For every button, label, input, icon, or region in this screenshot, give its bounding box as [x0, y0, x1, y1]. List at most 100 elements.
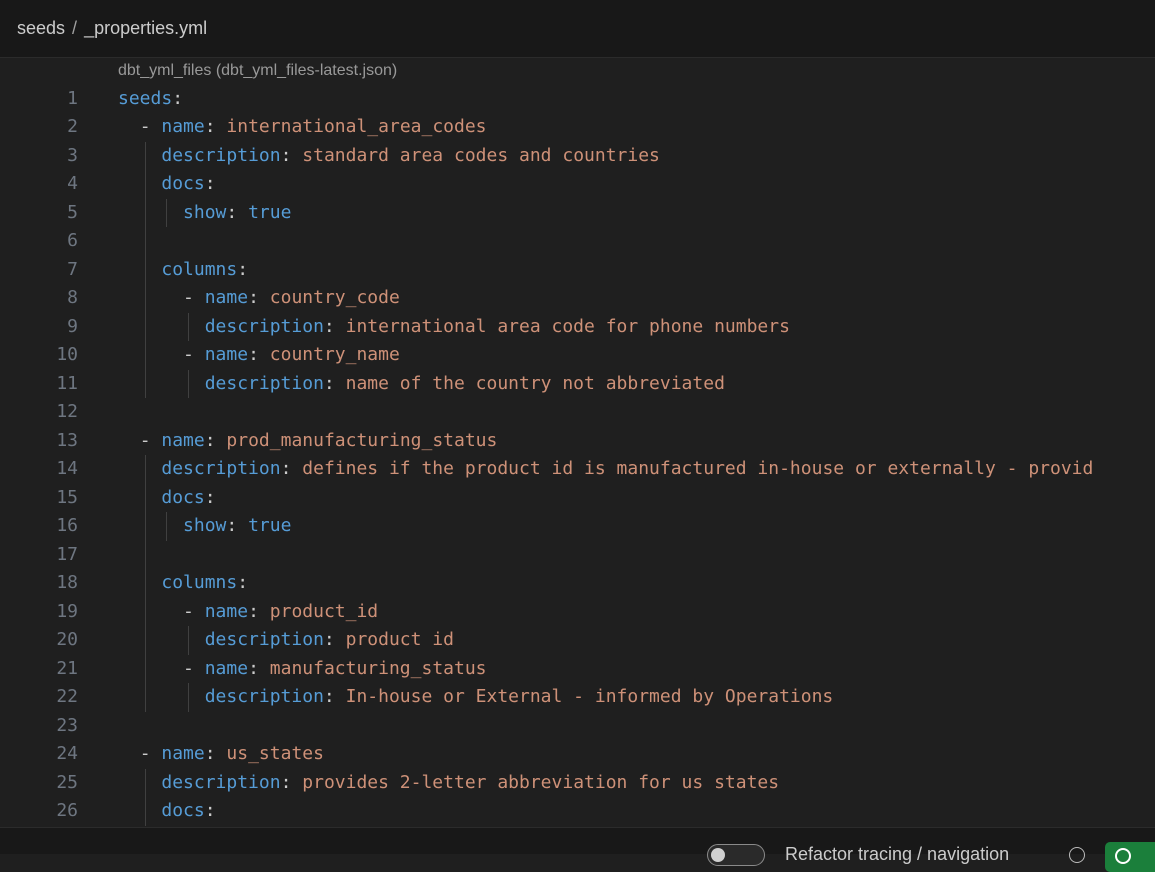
code-text: - name: country_name: [118, 341, 400, 370]
line-number: 20: [56, 629, 78, 650]
code-text: columns:: [118, 569, 248, 598]
list-dash: -: [183, 344, 205, 365]
line-number: 13: [56, 429, 78, 451]
code-text: - name: country_code: [118, 284, 400, 313]
schema-hint[interactable]: dbt_yml_files (dbt_yml_files-latest.json…: [118, 62, 397, 80]
code-line[interactable]: 26 docs:: [0, 797, 1155, 826]
yaml-key: docs: [161, 486, 205, 508]
code-line[interactable]: 6: [0, 227, 1155, 256]
code-line[interactable]: 19 - name: product_id: [0, 598, 1155, 627]
yaml-key: name: [204, 657, 249, 679]
indent-guide: [188, 312, 190, 341]
line-number: 17: [56, 543, 78, 565]
code-line[interactable]: 9 description: international area code f…: [0, 313, 1155, 342]
list-dash: -: [139, 429, 162, 451]
yaml-colon: :: [280, 771, 292, 793]
code-text: description: defines if the product id i…: [118, 455, 1093, 484]
code-text: description: In-house or External - info…: [118, 683, 834, 712]
line-number: 5: [67, 201, 78, 223]
list-dash: -: [183, 287, 205, 308]
yaml-key: columns: [161, 572, 238, 593]
code-line[interactable]: 4 docs:: [0, 170, 1155, 199]
code-line[interactable]: 24 - name: us_states: [0, 740, 1155, 769]
yaml-value: manufacturing_status: [269, 657, 487, 679]
yaml-value: prod_manufacturing_status: [226, 429, 498, 451]
indent-guide: [144, 141, 146, 398]
line-number: 12: [56, 401, 78, 422]
yaml-value: standard area codes and countries: [302, 144, 660, 166]
code-text: docs:: [118, 484, 215, 513]
line-number: 18: [56, 572, 78, 593]
code-line[interactable]: 10 - name: country_name: [0, 341, 1155, 370]
indent-guide: [166, 198, 168, 227]
code-line[interactable]: 23: [0, 712, 1155, 741]
code-line[interactable]: 15 docs:: [0, 484, 1155, 513]
breadcrumb-folder[interactable]: seeds: [17, 18, 65, 39]
code-line[interactable]: 11 description: name of the country not …: [0, 370, 1155, 399]
code-line[interactable]: 13 - name: prod_manufacturing_status: [0, 427, 1155, 456]
code-line[interactable]: 17: [0, 541, 1155, 570]
code-line[interactable]: 21 - name: manufacturing_status: [0, 655, 1155, 684]
line-number: 19: [56, 600, 78, 622]
code-editor[interactable]: dbt_yml_files (dbt_yml_files-latest.json…: [0, 59, 1155, 827]
code-line[interactable]: 5 show: true: [0, 199, 1155, 228]
yaml-value: true: [248, 515, 292, 536]
code-line[interactable]: 8 - name: country_code: [0, 284, 1155, 313]
yaml-colon: :: [204, 116, 216, 137]
code-line[interactable]: 18 columns:: [0, 569, 1155, 598]
code-line[interactable]: 22 description: In-house or External - i…: [0, 683, 1155, 712]
yaml-key: show: [183, 515, 227, 536]
code-line[interactable]: 14 description: defines if the product i…: [0, 455, 1155, 484]
code-line[interactable]: 12: [0, 398, 1155, 427]
code-line[interactable]: 20 description: product id: [0, 626, 1155, 655]
yaml-key: name: [161, 743, 205, 764]
line-number: 11: [56, 372, 78, 394]
line-number: 10: [56, 344, 78, 365]
code-line[interactable]: 25 description: provides 2-letter abbrev…: [0, 769, 1155, 798]
breadcrumb-file[interactable]: _properties.yml: [84, 18, 207, 39]
yaml-key: docs: [161, 173, 205, 194]
yaml-colon: :: [248, 657, 259, 679]
code-line[interactable]: 1 seeds:: [0, 85, 1155, 114]
code-text: - name: product_id: [118, 598, 378, 627]
line-number: 6: [67, 230, 78, 251]
yaml-key: description: [204, 372, 324, 394]
yaml-value: true: [248, 201, 292, 223]
code-line[interactable]: 2 - name: international_area_codes: [0, 113, 1155, 142]
line-number: 23: [56, 714, 78, 736]
yaml-key: name: [204, 344, 249, 365]
code-text: seeds:: [118, 85, 183, 114]
list-dash: -: [139, 743, 162, 764]
line-number: 1: [67, 87, 78, 109]
refactor-toggle[interactable]: [707, 844, 765, 866]
yaml-colon: :: [204, 429, 216, 451]
indent-guide: [188, 369, 190, 398]
help-circle-icon[interactable]: [1069, 847, 1085, 863]
yaml-value: country_name: [269, 344, 400, 365]
yaml-key: columns: [161, 258, 238, 280]
code-text: description: standard area codes and cou…: [118, 142, 660, 171]
toggle-knob: [711, 848, 725, 862]
code-line[interactable]: 7 columns:: [0, 256, 1155, 285]
yaml-colon: :: [280, 144, 292, 166]
code-text: - name: us_states: [118, 740, 324, 769]
list-dash: -: [183, 600, 205, 622]
yaml-colon: :: [323, 372, 335, 394]
code-line[interactable]: 16 show: true: [0, 512, 1155, 541]
line-number: 22: [56, 686, 78, 707]
code-line[interactable]: 3 description: standard area codes and c…: [0, 142, 1155, 171]
yaml-colon: :: [204, 800, 216, 821]
yaml-value: name of the country not abbreviated: [345, 372, 725, 394]
status-button[interactable]: [1105, 842, 1155, 872]
yaml-value: international area code for phone number…: [345, 315, 790, 337]
list-dash: -: [139, 116, 162, 137]
indent-guide: [166, 512, 168, 541]
code-text: description: name of the country not abb…: [118, 370, 725, 399]
list-dash: -: [183, 657, 205, 679]
line-number: 24: [56, 743, 78, 764]
yaml-key: name: [204, 287, 249, 308]
indent-guide: [188, 626, 190, 655]
yaml-value: international_area_codes: [226, 116, 487, 137]
line-number: 25: [56, 771, 78, 793]
code-text: description: product id: [118, 626, 454, 655]
